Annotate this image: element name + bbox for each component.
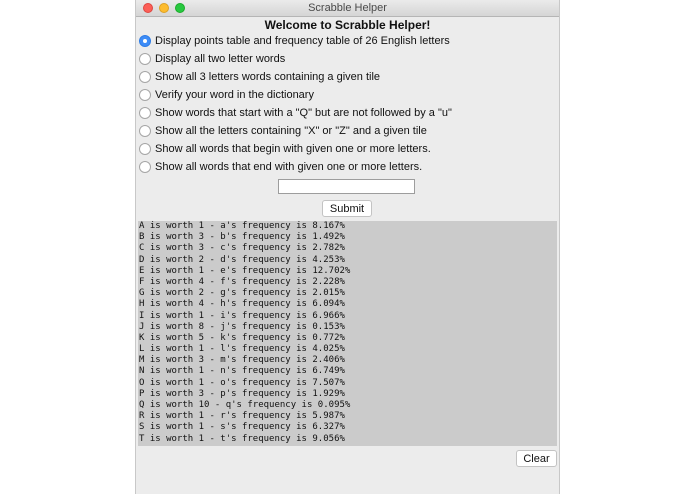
radio-button[interactable] [139, 143, 151, 155]
output-line: F is worth 4 - f's frequency is 2.228% [139, 276, 345, 287]
output-line: T is worth 1 - t's frequency is 9.056% [139, 433, 345, 444]
output-line: Q is worth 10 - q's frequency is 0.095% [139, 400, 351, 410]
option-words-end-with[interactable]: Show all words that end with given one o… [139, 159, 549, 175]
output-line: E is worth 1 - e's frequency is 12.702% [139, 265, 351, 276]
output-line: I is worth 1 - i's frequency is 6.966% [139, 310, 345, 321]
output-line: J is worth 8 - j's frequency is 0.153% [139, 321, 345, 332]
output-line: R is worth 1 - r's frequency is 5.987% [139, 411, 345, 422]
option-points-frequency-table[interactable]: Display points table and frequency table… [139, 33, 549, 49]
option-label: Show all 3 letters words containing a gi… [155, 71, 381, 83]
output-line: L is worth 1 - l's frequency is 4.025% [139, 344, 345, 355]
output-line: H is worth 4 - h's frequency is 6.094% [139, 299, 345, 310]
option-two-letter-words[interactable]: Display all two letter words [139, 51, 549, 67]
output-line: G is worth 2 - g's frequency is 2.015% [139, 288, 345, 299]
option-verify-word[interactable]: Verify your word in the dictionary [139, 87, 549, 103]
option-q-without-u[interactable]: Show words that start with a "Q" but are… [139, 105, 549, 121]
clear-button[interactable]: Clear [516, 450, 557, 467]
option-label: Display all two letter words [155, 53, 286, 65]
output-line: D is worth 2 - d's frequency is 4.253% [139, 254, 345, 265]
option-x-or-z-letters[interactable]: Show all the letters containing "X" or "… [139, 123, 549, 139]
option-three-letter-words[interactable]: Show all 3 letters words containing a gi… [139, 69, 549, 85]
output-line: M is worth 3 - m's frequency is 2.406% [139, 355, 345, 366]
output-line: A is worth 1 - a's frequency is 8.167% [139, 221, 345, 231]
title-bar[interactable]: Scrabble Helper [136, 0, 559, 17]
output-line: N is worth 1 - n's frequency is 6.749% [139, 366, 345, 377]
window-title: Scrabble Helper [308, 2, 387, 14]
radio-button[interactable] [139, 71, 151, 83]
output-line: K is worth 5 - k's frequency is 0.772% [139, 332, 345, 343]
radio-button[interactable] [139, 35, 151, 47]
app-window: Scrabble Helper Welcome to Scrabble Help… [135, 0, 560, 494]
radio-button[interactable] [139, 53, 151, 65]
radio-button[interactable] [139, 161, 151, 173]
option-label: Verify your word in the dictionary [155, 89, 314, 101]
output-line: P is worth 3 - p's frequency is 1.929% [139, 388, 345, 399]
query-input[interactable] [278, 179, 415, 194]
radio-button[interactable] [139, 107, 151, 119]
output-line: C is worth 3 - c's frequency is 2.782% [139, 243, 345, 254]
output-line: B is worth 3 - b's frequency is 1.492% [139, 232, 345, 243]
option-words-begin-with[interactable]: Show all words that begin with given one… [139, 141, 549, 157]
option-label: Show words that start with a "Q" but are… [155, 107, 452, 119]
option-label: Show all the letters containing "X" or "… [155, 125, 427, 137]
option-label: Show all words that begin with given one… [155, 143, 431, 155]
option-label: Display points table and frequency table… [155, 35, 450, 47]
option-label: Show all words that end with given one o… [155, 161, 423, 173]
output-text-area[interactable]: A is worth 1 - a's frequency is 8.167% B … [138, 221, 557, 446]
output-line: S is worth 1 - s's frequency is 6.327% [139, 422, 345, 433]
submit-button[interactable]: Submit [322, 200, 372, 217]
welcome-heading: Welcome to Scrabble Helper! [264, 18, 431, 32]
radio-button[interactable] [139, 89, 151, 101]
radio-button[interactable] [139, 125, 151, 137]
output-line: O is worth 1 - o's frequency is 7.507% [139, 377, 345, 388]
